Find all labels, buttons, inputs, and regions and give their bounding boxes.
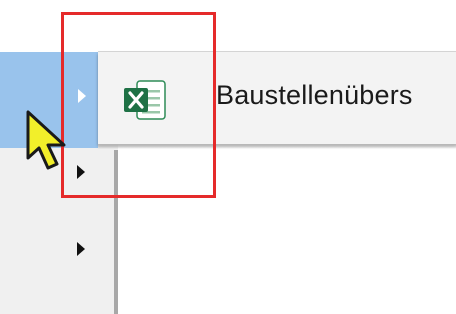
mouse-cursor-icon (24, 110, 74, 172)
menu-item-label[interactable]: Baustellenübers (216, 80, 413, 111)
highlight-box (61, 12, 216, 198)
submenu-arrow-icon (77, 242, 85, 256)
